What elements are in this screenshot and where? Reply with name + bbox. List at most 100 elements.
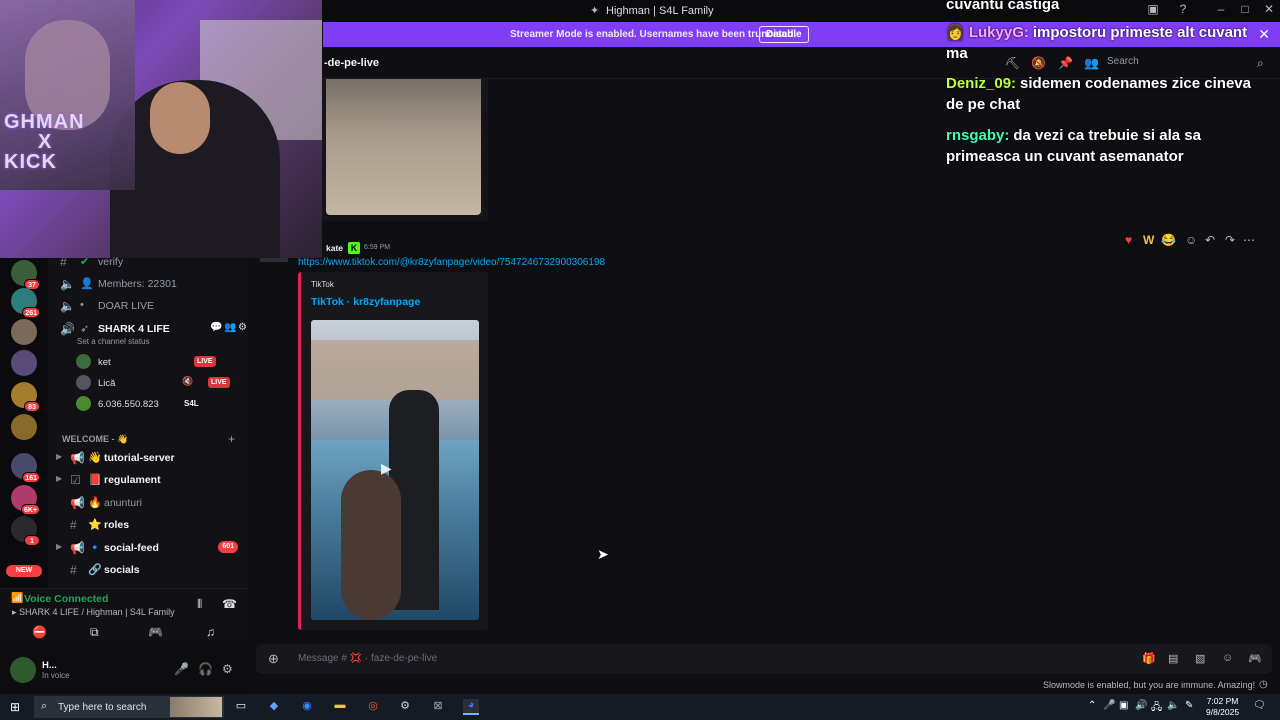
emoji-icon[interactable]: ☺ [1222,652,1233,664]
tray-app-icon[interactable]: ▣ [1119,700,1128,711]
server-icon[interactable]: 161 [11,453,40,483]
new-badge[interactable]: NEW [6,565,42,577]
w-reaction-icon[interactable]: W [1143,233,1154,247]
tray-network-icon[interactable]: 🖧 [1151,700,1162,717]
message-link[interactable]: https://www.tiktok.com/@kr8zyfanpage/vid… [298,257,605,268]
server-icon[interactable] [11,319,37,345]
reply-icon[interactable]: ↶ [1205,233,1215,247]
add-reaction-icon[interactable]: ☺ [1185,233,1197,247]
channel-roles[interactable]: # ⭐ roles [58,515,244,535]
opera-gx-icon[interactable]: ◎ [365,699,381,715]
server-icon[interactable]: 6K+ [11,485,40,515]
server-icon[interactable]: 37 [11,260,40,290]
heart-reaction-icon[interactable]: ♥ [1125,233,1132,247]
message-input[interactable]: Message # 💢 · faze-de-pe-live [298,653,437,664]
server-icon[interactable] [11,414,37,440]
channel-label: regulament [104,474,161,486]
task-view-icon[interactable]: ▭ [233,699,249,715]
channel-label: anunturi [104,497,142,509]
windows-start-icon[interactable]: ⊞ [10,700,20,714]
soundboard-icon[interactable]: ♫ [206,625,215,639]
server-icon[interactable]: 261 [11,288,40,318]
disable-button[interactable]: Disable [759,26,809,43]
signal-icon[interactable]: 📶 [11,593,23,604]
notifications-icon[interactable]: 🗨 [1253,700,1266,711]
activity-icon[interactable]: 🎮 [148,625,163,639]
settings-icon[interactable]: ⚙ [238,322,247,333]
settings-icon[interactable]: ⚙ [222,662,233,676]
tray-speaker-icon[interactable]: 🔈 [1167,700,1179,711]
clock-icon: ◷ [1259,679,1268,690]
edge-copilot-icon[interactable]: ◉ [299,699,315,715]
avatar [76,396,91,411]
laugh-reaction-icon[interactable]: 😂 [1161,233,1176,247]
taskbar-search[interactable]: ⌕ Type here to search [34,696,224,718]
copilot-icon[interactable]: ◆ [266,699,282,715]
chat-line: 👩 LukyyG: impostoru primeste alt cuvant m… [946,22,1268,64]
tray-volume-icon[interactable]: 🔊 [1135,700,1147,711]
more-options-icon[interactable]: ⋯ [1243,233,1255,247]
camera-off-icon[interactable]: ⛔ [32,625,47,639]
announcement-icon: 📢 [70,496,85,510]
user-name[interactable]: H... [42,660,57,671]
gif-icon[interactable]: ▤ [1168,652,1178,665]
voice-status[interactable]: Set a channel status [77,337,150,346]
banner-text: Streamer Mode is enabled. Usernames have… [510,29,797,40]
voice-connected-title[interactable]: Voice Connected [24,593,108,605]
message-composer[interactable]: ⊕ Message # 💢 · faze-de-pe-live 🎁 ▤ ▧ ☺ … [256,644,1272,674]
channel-doar-live[interactable]: 🔈 • DOAR LIVE [58,296,244,316]
file-explorer-icon[interactable]: ▬ [332,699,348,715]
server-icon[interactable] [11,350,37,376]
disconnect-icon[interactable]: ☎ [222,597,237,611]
tray-pen-icon[interactable]: ✎ [1185,700,1193,711]
sticker-icon[interactable]: ▧ [1195,652,1205,665]
noise-suppression-icon[interactable]: ⦀ [197,597,202,612]
tray-chevron-icon[interactable]: ⌃ [1088,700,1096,711]
create-channel-icon[interactable]: + [228,432,235,446]
tray-mic-icon[interactable]: 🎤 [1103,700,1115,711]
voice-connected-subtitle[interactable]: ▸ SHARK 4 LIFE / Highman | S4L Family [12,607,175,618]
forward-icon[interactable]: ↷ [1225,233,1235,247]
xbox-icon[interactable]: ⊠ [430,699,446,715]
invite-icon[interactable]: 👥 [224,322,236,333]
embed-video-thumbnail[interactable]: ▶ [311,320,479,620]
play-icon[interactable]: ▶ [381,460,392,477]
channel-social-feed[interactable]: ▶ 📢 🔹 social-feed 601 [56,538,244,558]
screen-share-icon[interactable]: ⧉ [90,625,99,640]
channel-regulament[interactable]: ▶ ☑ 📕 regulament [56,470,244,490]
add-attachment-icon[interactable]: ⊕ [268,651,279,667]
steam-icon[interactable]: ⚙ [397,699,413,715]
channel-socials[interactable]: # 🔗 socials [58,560,244,580]
microphone-icon[interactable]: 🎤 [174,662,189,676]
channel-label: DOAR LIVE [98,300,155,312]
speaker-icon: 🔊 [60,322,75,336]
channel-tutorial-server[interactable]: ▶ 📢 👋 tutorial-server [56,448,244,468]
channel-label: Members: 22301 [98,278,177,290]
server-badge: 83 [24,401,40,412]
voice-user[interactable]: Lică 🔇 LIVE [76,373,246,393]
headphones-icon[interactable]: 🎧 [198,662,213,676]
embed-title[interactable]: TikTok · kr8zyfanpage [311,296,420,308]
voice-channel-shark[interactable]: 🔊 ➶ SHARK 4 LIFE 💬 👥 ⚙ [58,319,247,339]
clock-time: 7:02 PM [1206,696,1239,706]
gift-icon[interactable]: 🎁 [1142,652,1156,665]
fin-icon: ➶ [80,323,90,335]
voice-user[interactable]: 6.036.550.823 S4L [76,394,246,414]
voice-user-name: Lică [98,378,116,389]
announcement-icon: 📢 [70,451,85,465]
channel-verify[interactable]: # ✔ verify [58,252,244,272]
server-icon[interactable]: 1 [11,516,40,546]
apps-icon[interactable]: 🎮 [1248,652,1262,665]
avatar[interactable] [10,657,36,683]
channel-emoji: 🔗 [88,564,102,576]
discord-icon[interactable]: ◕ [463,699,479,715]
channel-members[interactable]: 🔈 👤 Members: 22301 [58,274,244,294]
previous-embed-image[interactable] [326,79,481,215]
voice-user[interactable]: ket LIVE [76,352,246,372]
message-author[interactable]: kate [326,243,343,253]
server-icon[interactable]: 83 [11,382,40,412]
category-welcome[interactable]: WELCOME - 👋 [62,434,128,445]
chat-bubble-icon[interactable]: 💬 [210,322,222,333]
taskbar-clock[interactable]: 7:02 PM 9/8/2025 [1206,696,1239,718]
channel-anunturi[interactable]: 📢 🔥 anunturi [58,493,244,513]
